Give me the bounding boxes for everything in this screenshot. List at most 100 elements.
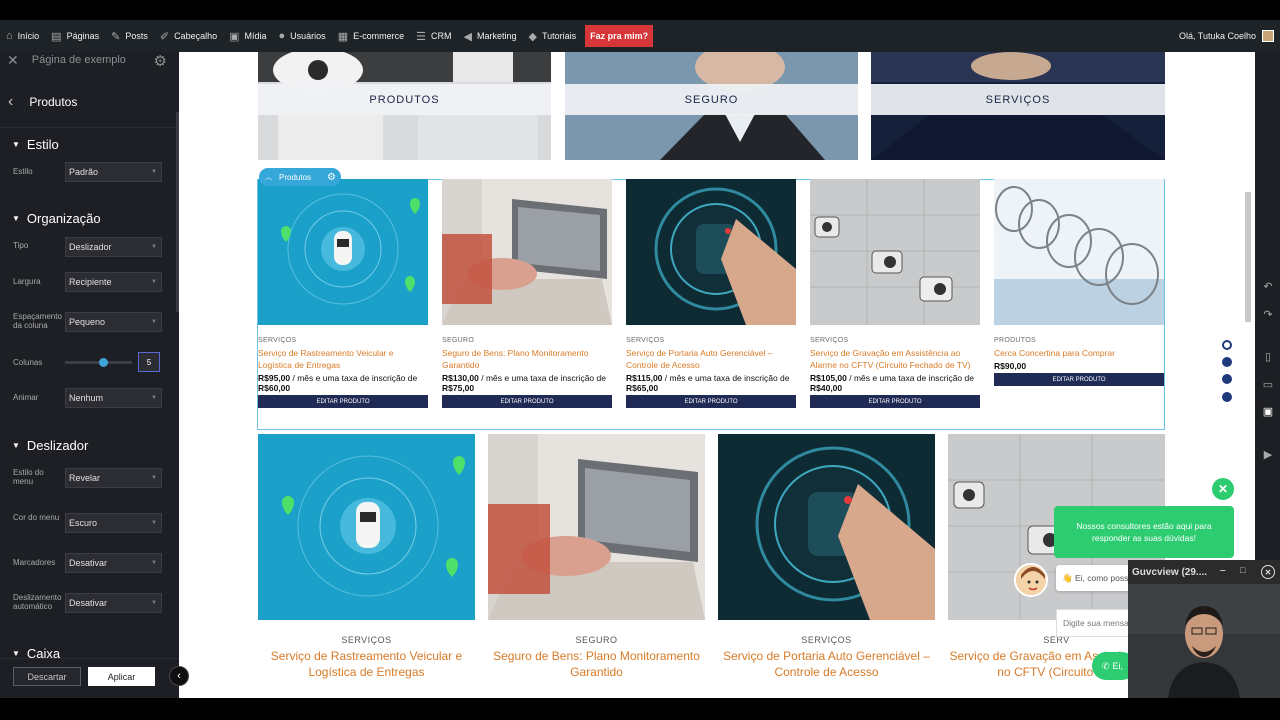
chevron-down-icon: ▼ <box>151 475 157 481</box>
product-category: PRODUTOS <box>994 337 1036 344</box>
espacamento-select[interactable]: Pequeno ▼ <box>65 312 162 332</box>
play-icon[interactable]: ▶ <box>1261 448 1275 461</box>
product-title[interactable]: Serviço de Portaria Auto Gerenciável – C… <box>626 347 796 371</box>
product-card[interactable]: SERVIÇOS Serviço de Rastreamento Veicula… <box>258 179 428 408</box>
product-title[interactable]: Serviço de Gravação em Assistência ao Al… <box>810 347 980 371</box>
admin-item-midia[interactable]: ▣ Mídia <box>223 20 272 52</box>
product-card[interactable]: PRODUTOS Cerca Concertina para Comprar R… <box>994 179 1164 386</box>
chat-input[interactable]: Digite sua mensa <box>1056 609 1136 637</box>
admin-item-inicio[interactable]: ⌂ Início <box>0 20 45 52</box>
faz-pra-mim-button[interactable]: Faz pra mim? <box>585 25 654 47</box>
edit-product-button[interactable]: EDITAR PRODUTO <box>626 395 796 408</box>
whatsapp-icon: ✆ <box>1102 660 1110 671</box>
close-icon[interactable]: ✕ <box>1261 565 1275 579</box>
account-menu[interactable]: Olá, Tutuka Coelho <box>1179 20 1274 52</box>
back-icon[interactable]: ‹ <box>8 93 13 111</box>
cor-menu-select[interactable]: Escuro ▼ <box>65 513 162 533</box>
video-letterbox-bottom <box>0 698 1280 720</box>
discard-button[interactable]: Descartar <box>13 667 81 686</box>
apply-button[interactable]: Aplicar <box>88 667 155 686</box>
close-icon: ✕ <box>1217 482 1229 496</box>
scrollbar-thumb[interactable] <box>1245 192 1251 322</box>
chevron-down-icon: ▼ <box>151 395 157 401</box>
desktop-icon[interactable]: ▣ <box>1261 405 1275 418</box>
animar-select[interactable]: Nenhum ▼ <box>65 388 162 408</box>
product-title[interactable]: Serviço de Rastreamento Veicular e Logís… <box>258 347 428 371</box>
product-category: SERVIÇOS <box>341 635 392 645</box>
product-title[interactable]: Serviço de Rastreamento Veicular e Logís… <box>258 648 475 680</box>
edit-product-button[interactable]: EDITAR PRODUTO <box>810 395 980 408</box>
section-organizacao[interactable]: ▼ Organização <box>0 211 101 226</box>
caret-down-icon: ▼ <box>12 441 20 450</box>
cctv-image <box>810 179 980 325</box>
colunas-label: Colunas <box>13 358 43 367</box>
product-price: R$90,00 <box>994 361 1027 371</box>
slider-dot[interactable] <box>1222 374 1232 384</box>
video-letterbox-top <box>0 0 1280 20</box>
gear-icon[interactable]: ⚙ <box>327 172 336 183</box>
minimize-icon[interactable]: – <box>1220 565 1226 576</box>
product-title[interactable]: Seguro de Bens: Plano Monitoramento Gara… <box>488 648 705 680</box>
grid-icon: ▦ <box>337 30 349 43</box>
product-card-large[interactable]: SERVIÇOS Serviço de Rastreamento Veicula… <box>258 434 475 680</box>
customizer-panel: ✕ Página de exemplo ⚙ ‹ Produtos ▼ Estilo… <box>0 52 179 698</box>
admin-item-marketing[interactable]: ◀ Marketing <box>457 20 522 52</box>
product-card[interactable]: SEGURO Seguro de Bens: Plano Monitoramen… <box>442 179 612 408</box>
admin-item-tutoriais[interactable]: ◆ Tutoriais <box>522 20 582 52</box>
colunas-slider-thumb[interactable] <box>98 358 108 367</box>
category-card-servicos[interactable]: SERVIÇOS <box>871 52 1165 160</box>
admin-item-cabecalho[interactable]: ✐ Cabeçalho <box>154 20 223 52</box>
collapse-panel-button[interactable]: ‹ <box>169 666 189 686</box>
estilo-menu-select[interactable]: Revelar ▼ <box>65 468 162 488</box>
product-card-large[interactable]: SERVIÇOS Serviço de Portaria Auto Gerenc… <box>718 434 935 680</box>
webcam-video <box>1128 584 1280 698</box>
mobile-icon[interactable]: ▯ <box>1261 350 1275 363</box>
category-card-seguro[interactable]: SEGURO <box>565 52 858 160</box>
category-card-produtos[interactable]: PRODUTOS <box>258 52 551 160</box>
laptop-monitoring-image <box>442 179 612 325</box>
block-toolbar-tab[interactable]: ︿ Produtos ⚙ <box>259 168 341 186</box>
tipo-select[interactable]: Deslizador ▼ <box>65 237 162 257</box>
product-card[interactable]: SERVIÇOS Serviço de Portaria Auto Gerenc… <box>626 179 796 408</box>
chevron-up-icon: ︿ <box>265 174 272 181</box>
chat-close-button[interactable]: ✕ <box>1212 478 1234 500</box>
caret-down-icon: ▼ <box>12 140 20 149</box>
admin-item-posts[interactable]: ✎ Posts <box>105 20 154 52</box>
marcadores-select[interactable]: Desativar ▼ <box>65 553 162 573</box>
espacamento-label: Espaçamento da coluna <box>13 312 62 330</box>
section-deslizador[interactable]: ▼ Deslizador <box>0 438 88 453</box>
edit-product-button[interactable]: EDITAR PRODUTO <box>442 395 612 408</box>
auto-slide-select[interactable]: Desativar ▼ <box>65 593 162 613</box>
slider-dot[interactable] <box>1222 340 1232 350</box>
razor-wire-image <box>994 179 1164 325</box>
colunas-input[interactable]: 5 <box>138 352 160 372</box>
product-card-large[interactable]: SEGURO Seguro de Bens: Plano Monitoramen… <box>488 434 705 680</box>
admin-item-ecommerce[interactable]: ▦ E-commerce <box>332 20 410 52</box>
gear-icon[interactable]: ⚙ <box>154 52 167 70</box>
product-title[interactable]: Seguro de Bens: Plano Monitoramento Gara… <box>442 347 612 371</box>
slider-dot[interactable] <box>1222 392 1232 402</box>
section-estilo[interactable]: ▼ Estilo <box>0 137 59 152</box>
webcam-titlebar[interactable]: Guvcview (29.... – □ ✕ <box>1128 560 1280 584</box>
product-category: SEGURO <box>575 635 618 645</box>
edit-product-button[interactable]: EDITAR PRODUTO <box>994 373 1164 386</box>
vehicle-tracking-image <box>258 434 475 620</box>
admin-item-crm[interactable]: ☰ CRM <box>410 20 457 52</box>
close-icon[interactable]: ✕ <box>7 52 19 69</box>
product-title[interactable]: Cerca Concertina para Comprar <box>994 347 1164 359</box>
fingerprint-access-image <box>718 434 935 620</box>
product-card[interactable]: SERVIÇOS Serviço de Gravação em Assistên… <box>810 179 980 408</box>
product-category: SEGURO <box>442 337 475 344</box>
slider-dot[interactable] <box>1222 357 1232 367</box>
tablet-icon[interactable]: ▭ <box>1261 378 1275 391</box>
edit-product-button[interactable]: EDITAR PRODUTO <box>258 395 428 408</box>
estilo-select[interactable]: Padrão ▼ <box>65 162 162 182</box>
product-title[interactable]: Serviço de Portaria Auto Gerenciável – C… <box>718 648 935 680</box>
largura-select[interactable]: Recipiente ▼ <box>65 272 162 292</box>
admin-item-usuarios[interactable]: ● Usuários <box>273 20 332 52</box>
redo-icon[interactable]: ↷ <box>1261 308 1275 321</box>
maximize-icon[interactable]: □ <box>1240 565 1245 575</box>
product-price: R$130,00 / mês e uma taxa de inscrição d… <box>442 373 606 393</box>
admin-item-paginas[interactable]: ▤ Páginas <box>45 20 105 52</box>
undo-icon[interactable]: ↶ <box>1261 280 1275 293</box>
